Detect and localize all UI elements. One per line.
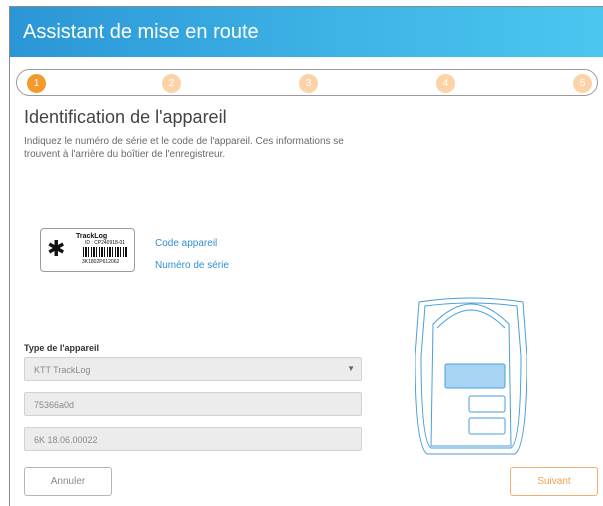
- step-4[interactable]: 4: [436, 74, 455, 93]
- serial-number-field[interactable]: 6K 18.06.00022: [24, 427, 362, 451]
- device-code-field[interactable]: 75366a0d: [24, 392, 362, 416]
- step-3[interactable]: 3: [299, 74, 318, 93]
- next-button[interactable]: Suivant: [510, 467, 598, 496]
- label-brand: TrackLog: [76, 233, 108, 240]
- page-description: Indiquez le numéro de série et le code d…: [24, 136, 344, 160]
- label-serial: 3K1802P612062: [82, 259, 120, 265]
- page-title: Identification de l'appareil: [24, 107, 227, 127]
- device-code-link[interactable]: Code appareil: [155, 238, 217, 249]
- bluetooth-icon: ✱: [47, 237, 66, 262]
- step-2[interactable]: 2: [162, 74, 181, 93]
- step-1[interactable]: 1: [27, 74, 46, 93]
- device-illustration: [414, 296, 528, 456]
- serial-number-link[interactable]: Numéro de série: [155, 260, 229, 271]
- step-5[interactable]: 5: [573, 74, 592, 93]
- label-id: ID : CP240918-01: [85, 240, 126, 246]
- device-type-value: KTT TrackLog: [34, 365, 91, 375]
- stepper: 1 2 3 4 5: [16, 69, 598, 96]
- device-code-value: 75366a0d: [34, 400, 75, 410]
- device-type-label: Type de l'appareil: [24, 343, 99, 353]
- device-type-select[interactable]: KTT TrackLog ▼: [24, 357, 362, 381]
- device-label-illustration: ✱ TrackLog ID : CP240918-01 3K1802P61206…: [40, 228, 135, 272]
- wizard-title: Assistant de mise en route: [23, 21, 259, 43]
- chevron-down-icon: ▼: [347, 364, 355, 373]
- wizard-header: Assistant de mise en route: [10, 7, 603, 57]
- barcode: [83, 247, 127, 257]
- serial-number-value: 6K 18.06.00022: [34, 435, 98, 445]
- cancel-button[interactable]: Annuler: [24, 467, 112, 496]
